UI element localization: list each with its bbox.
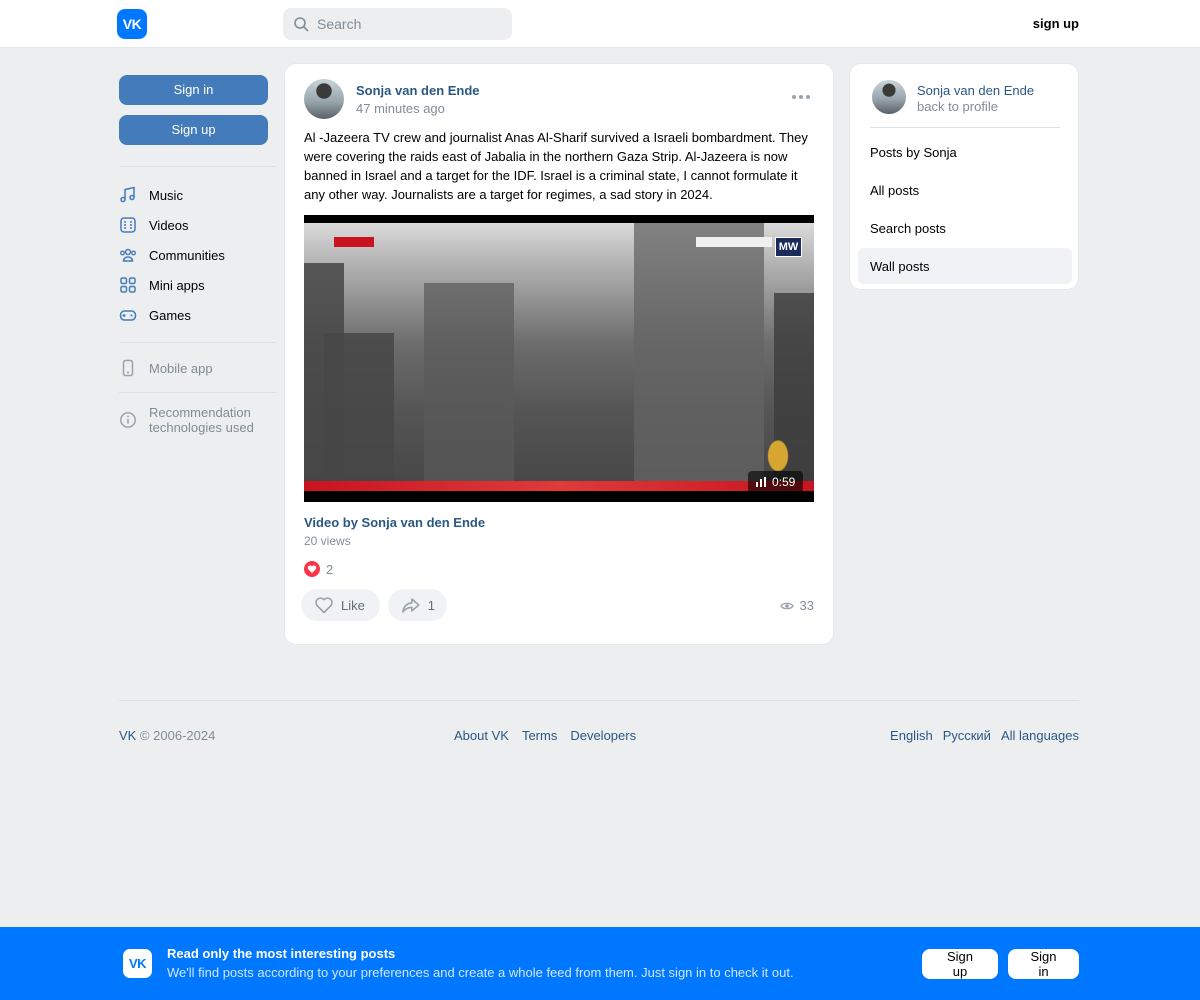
like-button[interactable]: Like — [301, 589, 380, 621]
share-count: 1 — [427, 597, 435, 613]
banner-title: Read only the most interesting posts — [167, 946, 396, 961]
vk-logo[interactable]: VK — [117, 9, 147, 39]
more-options-icon[interactable] — [792, 95, 810, 99]
profile-name-link[interactable]: Sonja van den Ende — [917, 83, 1034, 98]
language-russian[interactable]: Русский — [943, 728, 991, 743]
sidebar-item-label: Games — [149, 307, 191, 323]
left-sidebar: Sign in Sign up Music Videos Communities — [119, 75, 276, 439]
footer-link-developers[interactable]: Developers — [570, 728, 636, 743]
banner-signin-button[interactable]: Sign in — [1008, 949, 1079, 979]
aljazeera-logo — [763, 433, 793, 471]
mw-logo: MW — [775, 237, 802, 257]
sidebar-divider — [119, 342, 276, 343]
signin-banner: VK Read only the most interesting posts … — [0, 927, 1200, 1000]
games-icon — [119, 310, 137, 321]
video-duration: 0:59 — [772, 475, 796, 489]
like-label: Like — [341, 597, 365, 613]
sidebar-item-label: Mobile app — [149, 360, 213, 376]
menu-item-posts-by-sonja[interactable]: Posts by Sonja — [858, 134, 1072, 170]
post-views-count: 33 — [799, 598, 814, 613]
communities-icon — [120, 248, 136, 262]
back-to-profile-link[interactable]: back to profile — [917, 99, 998, 114]
footer-copyright-text: © 2006-2024 — [136, 728, 216, 743]
sidebar-item-label: Recommendation technologies used — [149, 405, 254, 435]
heart-icon — [315, 597, 333, 614]
signal-bars-icon — [756, 477, 766, 487]
top-header: VK sign up — [0, 0, 1200, 48]
mini-apps-icon — [120, 277, 136, 293]
language-all[interactable]: All languages — [1001, 728, 1079, 743]
sidebar-item-label: Communities — [149, 247, 225, 263]
share-button[interactable]: 1 — [388, 589, 447, 621]
sidebar-signin-button[interactable]: Sign in — [119, 75, 268, 105]
banner-vk-logo: VK — [123, 949, 152, 978]
sidebar-item-label: Music — [149, 187, 183, 203]
video-thumbnail — [304, 223, 814, 491]
language-english[interactable]: English — [890, 728, 933, 743]
search-box[interactable] — [283, 8, 512, 40]
video-duration-badge: 0:59 — [748, 471, 804, 493]
post-views: 33 — [779, 598, 814, 613]
header-signup-link[interactable]: sign up — [1033, 16, 1079, 31]
post-text: Al -Jazeera TV crew and journalist Anas … — [304, 130, 808, 202]
banner-subtitle: We'll find posts according to your prefe… — [167, 965, 794, 980]
menu-item-all-posts[interactable]: All posts — [858, 172, 1072, 208]
video-views: 20 views — [304, 534, 351, 548]
sidebar-item-mobile-app[interactable]: Mobile app — [119, 353, 268, 383]
sidebar-item-mini-apps[interactable]: Mini apps — [119, 270, 268, 300]
sidebar-item-label: Videos — [149, 217, 189, 233]
sidebar-signup-button[interactable]: Sign up — [119, 115, 268, 145]
mobile-phone-icon — [122, 359, 134, 377]
footer-link-terms[interactable]: Terms — [522, 728, 557, 743]
sidebar-item-label: Mini apps — [149, 277, 205, 293]
profile-avatar[interactable] — [872, 80, 906, 114]
search-input[interactable] — [317, 16, 497, 32]
video-title-link[interactable]: Video by Sonja van den Ende — [304, 515, 485, 530]
footer-languages: English Русский All languages — [890, 728, 1079, 743]
author-avatar[interactable] — [304, 79, 344, 119]
right-panel-divider — [870, 127, 1060, 128]
caption-tag — [696, 237, 772, 247]
footer-divider — [119, 700, 1079, 701]
sidebar-item-videos[interactable]: Videos — [119, 210, 268, 240]
video-player[interactable]: MW 0:59 — [304, 215, 814, 502]
post-card: Sonja van den Ende 47 minutes ago Al -Ja… — [284, 63, 834, 645]
channel-tag — [334, 237, 374, 247]
footer-link-about[interactable]: About VK — [454, 728, 509, 743]
menu-item-search-posts[interactable]: Search posts — [858, 210, 1072, 246]
eye-icon — [779, 602, 794, 609]
sidebar-item-games[interactable]: Games — [119, 300, 268, 330]
sidebar-item-recommendation[interactable]: Recommendation technologies used — [119, 405, 268, 439]
right-panel: Sonja van den Ende back to profile Posts… — [849, 63, 1079, 290]
footer-links: About VK Terms Developers — [454, 728, 636, 743]
sidebar-item-music[interactable]: Music — [119, 180, 268, 210]
news-ticker — [304, 481, 814, 491]
banner-signup-button[interactable]: Sign up — [922, 949, 998, 979]
search-icon — [294, 17, 309, 32]
sidebar-divider — [119, 166, 276, 167]
sidebar-item-communities[interactable]: Communities — [119, 240, 268, 270]
post-author-link[interactable]: Sonja van den Ende — [356, 83, 480, 98]
reactions-summary[interactable]: 2 — [304, 561, 333, 577]
sidebar-divider — [119, 392, 276, 393]
videos-icon — [120, 217, 136, 233]
menu-item-wall-posts[interactable]: Wall posts — [858, 248, 1072, 284]
share-icon — [402, 598, 420, 613]
heart-reaction-icon — [304, 561, 320, 577]
reactions-count: 2 — [326, 561, 334, 577]
footer-copyright: VK © 2006-2024 — [119, 728, 215, 743]
info-icon — [120, 412, 136, 428]
post-time[interactable]: 47 minutes ago — [356, 101, 445, 116]
music-icon — [120, 186, 135, 203]
footer-vk-link[interactable]: VK — [119, 728, 136, 743]
